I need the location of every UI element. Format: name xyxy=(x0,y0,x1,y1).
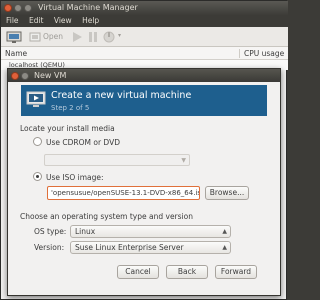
iso-radio-label[interactable]: Use ISO image: xyxy=(46,173,104,182)
virtual-machine-icon xyxy=(26,91,46,107)
main-window: Virtual Machine Manager File Edit View H… xyxy=(0,0,288,300)
menubar: File Edit View Help xyxy=(1,15,288,27)
updown-arrow-icon: ▲ xyxy=(222,244,227,251)
menu-view[interactable]: View xyxy=(54,16,72,25)
minimize-icon[interactable] xyxy=(14,4,22,12)
toolbar: Open ▾ xyxy=(1,27,288,47)
vm-list-header: Name CPU usage xyxy=(1,47,288,60)
shutdown-icon[interactable] xyxy=(103,31,115,43)
open-button[interactable]: Open xyxy=(43,32,63,41)
os-type-value: Linux xyxy=(75,227,96,236)
updown-arrow-icon: ▲ xyxy=(222,228,227,235)
shutdown-dropdown-icon[interactable]: ▾ xyxy=(118,32,121,39)
close-icon[interactable] xyxy=(4,4,12,12)
cdrom-radio-label[interactable]: Use CDROM or DVD xyxy=(46,138,120,147)
wizard-banner: Create a new virtual machine Step 2 of 5 xyxy=(21,85,267,116)
back-button[interactable]: Back xyxy=(166,265,208,279)
dialog-titlebar: New VM xyxy=(8,69,280,82)
wizard-heading: Create a new virtual machine xyxy=(51,90,192,101)
pause-icon[interactable] xyxy=(87,31,99,43)
dialog-title: New VM xyxy=(34,71,67,80)
cdrom-radio[interactable] xyxy=(33,137,42,146)
menu-edit[interactable]: Edit xyxy=(29,16,44,25)
play-icon[interactable] xyxy=(71,31,83,43)
menu-file[interactable]: File xyxy=(6,16,19,25)
os-heading: Choose an operating system type and vers… xyxy=(20,212,193,221)
main-titlebar: Virtual Machine Manager xyxy=(1,1,288,15)
new-vm-dialog: New VM Create a new virtual machine Step… xyxy=(7,68,281,296)
dialog-close-icon[interactable] xyxy=(11,71,19,80)
chevron-down-icon: ▼ xyxy=(181,157,186,164)
column-divider xyxy=(239,49,240,58)
column-name[interactable]: Name xyxy=(5,47,27,60)
version-label: Version: xyxy=(34,243,65,252)
menu-help[interactable]: Help xyxy=(82,16,99,25)
browse-button[interactable]: Browse... xyxy=(205,186,249,200)
cdrom-select: ▼ xyxy=(44,154,190,166)
new-vm-icon[interactable] xyxy=(6,31,22,43)
dialog-minimize-icon[interactable] xyxy=(21,71,29,80)
maximize-icon[interactable] xyxy=(24,4,32,12)
version-select[interactable]: Suse Linux Enterprise Server ▲ xyxy=(70,241,231,254)
os-type-label: OS type: xyxy=(34,227,67,236)
os-type-select[interactable]: Linux ▲ xyxy=(70,225,231,238)
iso-path-input[interactable] xyxy=(47,186,200,200)
cancel-button[interactable]: Cancel xyxy=(117,265,159,279)
forward-button[interactable]: Forward xyxy=(215,265,257,279)
wizard-step: Step 2 of 5 xyxy=(51,104,90,112)
iso-radio[interactable] xyxy=(33,172,42,181)
open-console-icon[interactable] xyxy=(29,31,41,43)
app-title: Virtual Machine Manager xyxy=(38,3,138,12)
column-cpu-usage[interactable]: CPU usage xyxy=(244,47,284,60)
version-value: Suse Linux Enterprise Server xyxy=(75,243,184,252)
locate-media-heading: Locate your install media xyxy=(20,124,115,133)
